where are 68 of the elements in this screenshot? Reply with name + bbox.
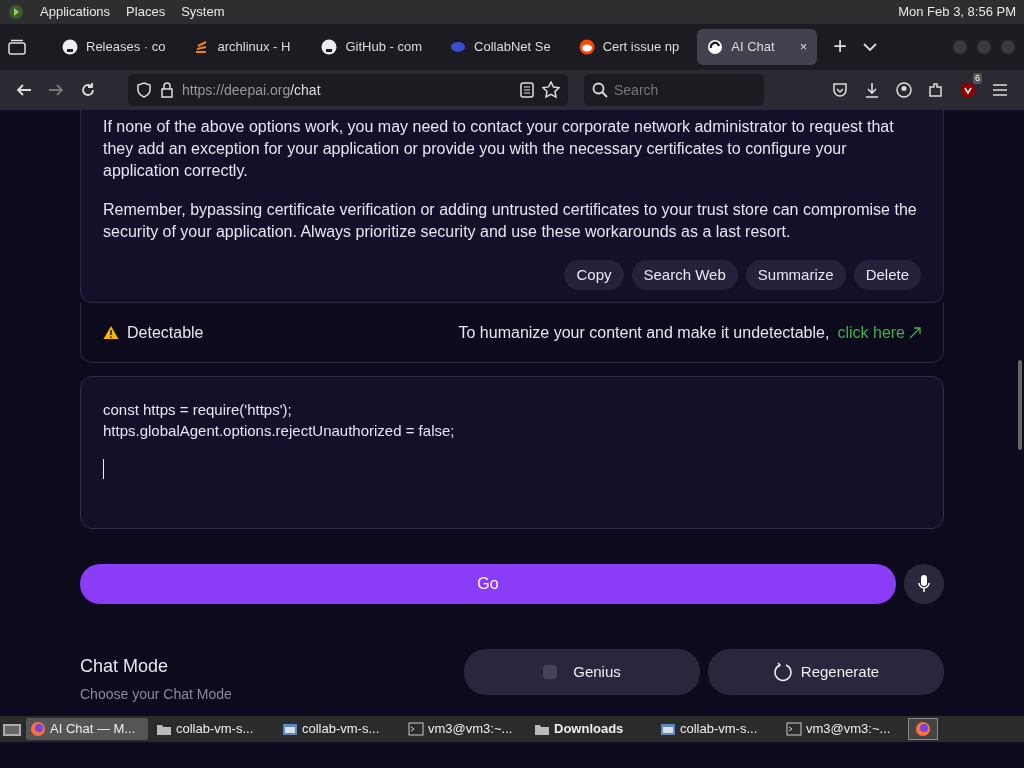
click-here-link[interactable]: click here <box>837 321 921 344</box>
action-button[interactable]: Delete <box>853 260 921 290</box>
show-desktop-icon[interactable] <box>2 721 22 737</box>
browser-tab[interactable]: GitHub - com <box>311 29 433 65</box>
action-button[interactable]: Copy <box>564 260 624 290</box>
browser-tab[interactable]: CollabNet Se <box>440 29 561 65</box>
puzzle-piece-icon[interactable] <box>928 82 944 98</box>
star-icon[interactable] <box>542 81 560 99</box>
paragraph: If none of the above options work, you may need to contact your corporate network administrator to request that they add an exception for your application or provide you with the necessary certificates to configure your application correctly. <box>103 117 895 181</box>
taskbar-item[interactable]: AI Chat — M... <box>26 718 148 740</box>
refresh-icon <box>772 662 793 682</box>
taskbar-item[interactable]: collab-vm-s... <box>278 718 400 740</box>
close-tab-button[interactable]: × <box>799 37 808 57</box>
panel-menu[interactable]: System <box>181 2 225 22</box>
chevron-down-icon[interactable] <box>863 42 877 52</box>
paragraph: Remember, bypassing certificate verification or adding untrusted certificates to your trust store can compromise the security of your application. Always prioritize security and use these workarounds as a last resort. <box>103 200 918 242</box>
regenerate-button[interactable]: Regenerate <box>708 649 944 695</box>
square-icon <box>543 665 558 679</box>
chat-mode-title: Chat Mode <box>80 655 170 677</box>
taskbar-item[interactable]: collab-vm-s... <box>152 718 274 740</box>
action-button[interactable]: Search Web <box>631 260 738 290</box>
external-arrow-icon <box>909 326 921 339</box>
search-field[interactable]: Search <box>584 74 764 106</box>
browser-tab[interactable]: AI Chat × <box>697 29 818 65</box>
speech-bubble-icon <box>450 39 467 55</box>
address-bar[interactable]: https://deepai.org/chat <box>128 74 568 106</box>
pocket-icon[interactable] <box>832 82 848 98</box>
app-menu-icon <box>8 4 24 20</box>
padlock-icon <box>160 82 174 98</box>
warning-icon <box>103 325 119 340</box>
search-icon <box>592 82 608 98</box>
clock: Mon Feb 3, 8:56 PM <box>898 3 1016 22</box>
terminal-icon <box>408 721 424 737</box>
browser-tab[interactable]: Releases · co <box>52 29 176 65</box>
reader-view-icon[interactable] <box>520 82 534 98</box>
go-button[interactable]: Go <box>80 564 896 604</box>
taskbar-firefox-button[interactable] <box>908 718 938 740</box>
browser-tab[interactable]: Cert issue np <box>568 29 690 65</box>
shield-icon <box>136 82 152 98</box>
new-tab-button[interactable]: + <box>825 29 855 65</box>
chat-mode-subtitle: Choose your Chat Mode <box>80 685 233 704</box>
microphone-icon <box>918 575 930 593</box>
taskbar-item[interactable]: vm3@vm3:~... <box>404 718 526 740</box>
taskbar-item[interactable]: vm3@vm3:~... <box>782 718 904 740</box>
menu-icon[interactable] <box>992 83 1008 97</box>
terminal-icon <box>786 721 802 737</box>
browser-tab[interactable]: archlinux - H <box>183 29 304 65</box>
panel-menu[interactable]: Applications <box>40 2 111 22</box>
taskbar-item[interactable]: Downloads <box>530 718 652 740</box>
shield-extension-icon[interactable] <box>960 82 976 98</box>
window-app-icon <box>660 721 676 737</box>
back-arrow-icon[interactable] <box>16 82 32 98</box>
swirl-logo-icon <box>707 39 724 55</box>
mode-button[interactable]: Genius <box>464 649 700 695</box>
action-button[interactable]: Summarize <box>745 260 846 290</box>
taskbar-item[interactable]: collab-vm-s... <box>656 718 778 740</box>
panel-menu[interactable]: Places <box>126 2 166 22</box>
humanize-prompt: To humanize your content and make it undetectable, <box>458 322 830 343</box>
forward-arrow-icon[interactable] <box>48 82 64 98</box>
extension-badge: 6 <box>973 73 982 84</box>
download-icon[interactable] <box>864 82 880 98</box>
input-field[interactable]: const https = require('https'); https.globalAgent.options.rejectUnauthorized = false; <box>80 376 944 529</box>
microphone-button[interactable] <box>904 564 944 604</box>
tab-overview-icon[interactable] <box>8 39 26 55</box>
detection-status: Detectable <box>127 322 204 343</box>
account-icon[interactable] <box>896 82 912 98</box>
reload-icon[interactable] <box>80 82 96 98</box>
window-app-icon <box>282 721 298 737</box>
